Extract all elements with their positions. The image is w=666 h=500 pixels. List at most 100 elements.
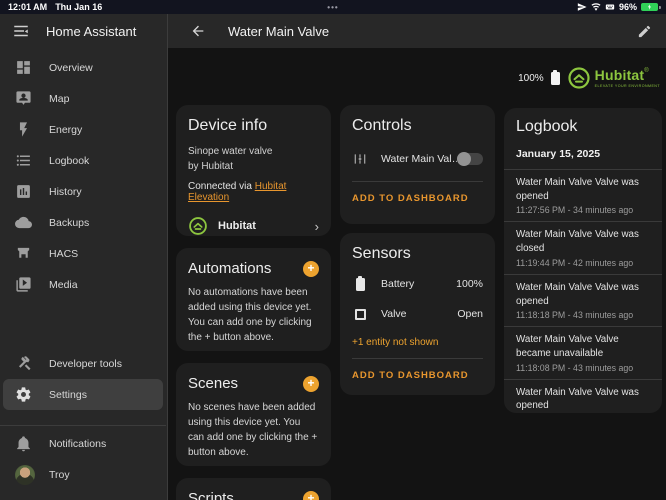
logbook-entry[interactable]: Water Main Valve Valve was opened	[504, 379, 662, 413]
card-title: Automations	[188, 260, 271, 277]
hubitat-integration-icon	[188, 216, 208, 236]
integration-row[interactable]: Hubitat ›	[188, 216, 319, 236]
entities-not-shown-link[interactable]: +1 entity not shown	[340, 329, 495, 350]
scenes-empty-text: No scenes have been added using this dev…	[188, 400, 319, 460]
status-time: 12:01 AM	[8, 2, 47, 12]
sidebar-label: Settings	[49, 389, 87, 401]
sidebar: Overview Map Energy Logbook History Back…	[0, 48, 168, 500]
automations-empty-text: No automations have been added using thi…	[188, 285, 319, 345]
sidebar-label: Troy	[49, 469, 70, 481]
play-box-icon	[15, 276, 32, 293]
card-title: Device info	[188, 117, 319, 135]
bell-icon	[15, 435, 32, 452]
menu-toggle-icon[interactable]	[12, 22, 30, 40]
valve-entity-row: Water Main Val…	[352, 151, 483, 167]
sidebar-label: Logbook	[49, 155, 89, 167]
sidebar-item-user[interactable]: Troy	[0, 459, 166, 491]
list-icon	[15, 152, 32, 169]
sidebar-label: Overview	[49, 62, 93, 74]
integration-name: Hubitat	[218, 220, 256, 232]
sensors-card: Sensors Battery 100% Valve Open +1 entit…	[340, 233, 495, 395]
sidebar-item-overview[interactable]: Overview	[0, 52, 166, 83]
sidebar-item-settings[interactable]: Settings	[3, 379, 163, 410]
sidebar-item-developer-tools[interactable]: Developer tools	[0, 348, 166, 379]
logbook-message: Water Main Valve Valve became unavailabl…	[516, 333, 650, 360]
scripts-card: Scripts +	[176, 478, 331, 500]
back-arrow-icon[interactable]	[190, 23, 206, 39]
sidebar-label: Notifications	[49, 438, 106, 450]
lightning-icon	[15, 121, 32, 138]
chevron-right-icon: ›	[315, 219, 319, 234]
sidebar-item-media[interactable]: Media	[0, 269, 166, 300]
device-brand-row: 100% Hubitat® ELEVATE YOUR ENVIRONMENT	[518, 66, 660, 90]
hubitat-logo: Hubitat® ELEVATE YOUR ENVIRONMENT	[567, 66, 660, 90]
sidebar-item-energy[interactable]: Energy	[0, 114, 166, 145]
hammer-icon	[15, 355, 32, 372]
location-icon	[577, 2, 587, 12]
logbook-entry[interactable]: Water Main Valve Valve was opened 11:27:…	[504, 169, 662, 221]
card-title: Scripts	[188, 490, 234, 500]
gear-icon	[15, 386, 32, 403]
add-script-button[interactable]: +	[303, 491, 319, 500]
wifi-icon	[591, 2, 601, 12]
device-model: Sinope water valve	[188, 144, 319, 159]
logbook-card: Logbook January 15, 2025 Water Main Valv…	[504, 108, 662, 413]
valve-icon	[352, 151, 368, 167]
sidebar-divider	[0, 425, 166, 426]
logbook-time: 11:18:18 PM - 43 minutes ago	[516, 310, 650, 320]
scenes-card: Scenes + No scenes have been added using…	[176, 363, 331, 466]
sidebar-label: Backups	[49, 217, 89, 229]
hubitat-circle-icon	[567, 66, 591, 90]
map-icon	[15, 90, 32, 107]
logbook-entry[interactable]: Water Main Valve Valve was closed 11:19:…	[504, 221, 662, 273]
logbook-message: Water Main Valve Valve was opened	[516, 176, 650, 203]
hubitat-wordmark: Hubitat	[595, 67, 645, 83]
sidebar-label: Energy	[49, 124, 82, 136]
add-scene-button[interactable]: +	[303, 376, 319, 392]
controls-card: Controls Water Main Val… ADD TO DASHBOAR…	[340, 105, 495, 224]
sidebar-item-map[interactable]: Map	[0, 83, 166, 114]
keyboard-icon	[605, 2, 615, 12]
multitask-dots-icon: •••	[327, 3, 338, 12]
page-header: Water Main Valve	[168, 14, 666, 48]
sensor-name: Valve	[381, 308, 407, 320]
card-title: Controls	[352, 117, 483, 135]
battery-charging-icon	[641, 3, 658, 11]
sidebar-header: Home Assistant	[0, 14, 168, 48]
automations-card: Automations + No automations have been a…	[176, 248, 331, 351]
cloud-icon	[15, 214, 32, 231]
card-title: Sensors	[352, 245, 483, 263]
hacs-icon	[15, 245, 32, 262]
add-automation-button[interactable]: +	[303, 261, 319, 277]
app-title: Home Assistant	[46, 24, 136, 39]
logbook-message: Water Main Valve Valve was closed	[516, 228, 650, 255]
sidebar-item-hacs[interactable]: HACS	[0, 238, 166, 269]
logbook-date-header: January 15, 2025	[516, 148, 650, 160]
sidebar-item-notifications[interactable]: Notifications	[0, 428, 166, 459]
page-title: Water Main Valve	[228, 24, 329, 39]
sensor-name: Battery	[381, 278, 414, 290]
logbook-time: 11:27:56 PM - 34 minutes ago	[516, 205, 650, 215]
sidebar-label: Map	[49, 93, 69, 105]
sidebar-label: History	[49, 186, 82, 198]
sensors-add-to-dashboard-button[interactable]: ADD TO DASHBOARD	[340, 359, 495, 392]
sidebar-item-logbook[interactable]: Logbook	[0, 145, 166, 176]
logbook-entry[interactable]: Water Main Valve Valve was opened 11:18:…	[504, 274, 662, 326]
device-manufacturer: by Hubitat	[188, 159, 319, 174]
sidebar-label: HACS	[49, 248, 78, 260]
controls-add-to-dashboard-button[interactable]: ADD TO DASHBOARD	[340, 182, 495, 215]
sensor-value: Open	[457, 308, 483, 320]
sidebar-item-backups[interactable]: Backups	[0, 207, 166, 238]
logbook-time: 11:19:44 PM - 42 minutes ago	[516, 258, 650, 268]
card-title: Logbook	[516, 118, 650, 136]
status-bar: 12:01 AM Thu Jan 16 ••• 96%	[0, 0, 666, 14]
sensor-row-valve[interactable]: Valve Open	[340, 299, 495, 329]
sidebar-item-history[interactable]: History	[0, 176, 166, 207]
valve-toggle[interactable]	[457, 153, 483, 165]
edit-pencil-icon[interactable]	[637, 24, 652, 39]
status-date: Thu Jan 16	[55, 2, 102, 12]
chart-icon	[15, 183, 32, 200]
logbook-message: Water Main Valve Valve was opened	[516, 281, 650, 308]
sensor-row-battery[interactable]: Battery 100%	[340, 269, 495, 299]
logbook-entry[interactable]: Water Main Valve Valve became unavailabl…	[504, 326, 662, 378]
